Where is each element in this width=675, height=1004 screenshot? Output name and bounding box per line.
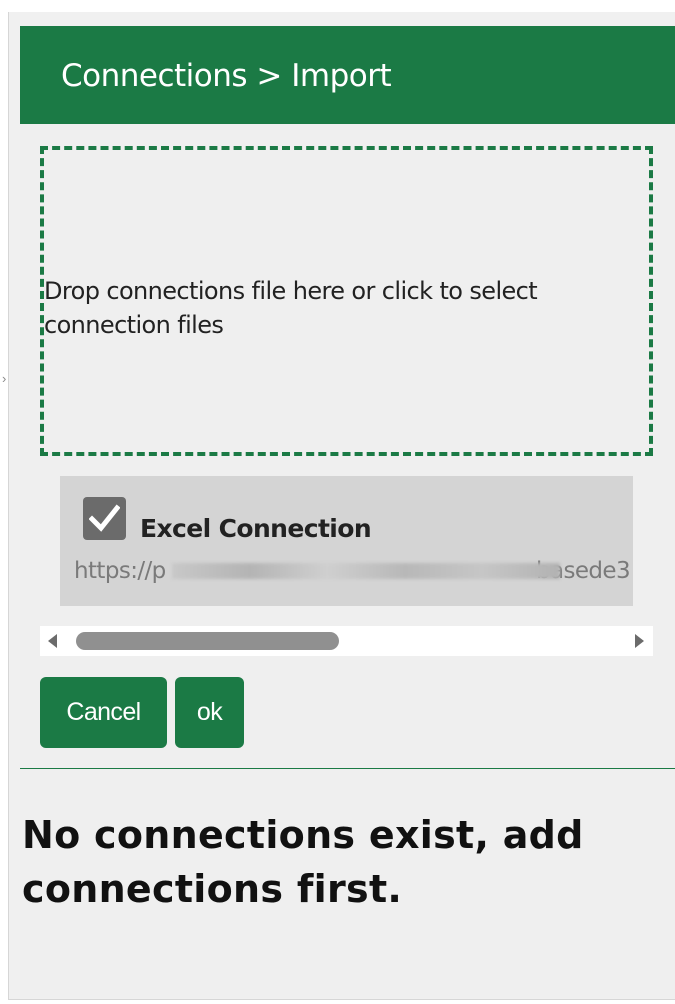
dropzone-instructions: Drop connections file here or click to s… <box>44 277 538 339</box>
page-title: Connections > Import <box>61 58 392 94</box>
panel-header: Connections > Import <box>20 26 675 124</box>
section-divider <box>20 768 675 769</box>
cancel-button[interactable]: Cancel <box>40 677 167 748</box>
side-chevron-icon: › <box>2 371 7 386</box>
horizontal-scrollbar[interactable] <box>40 626 653 656</box>
connection-checkbox[interactable] <box>83 497 126 540</box>
connection-name: Excel Connection <box>140 514 372 543</box>
empty-state-message: No connections exist, add connections fi… <box>22 813 584 911</box>
scrollbar-thumb[interactable] <box>76 632 339 650</box>
redacted-url-segment <box>172 563 560 579</box>
checkmark-icon <box>89 504 120 532</box>
connection-url: https://p basede3 <box>74 558 631 584</box>
import-panel: Connections > Import Drop connections fi… <box>20 26 675 998</box>
ok-button[interactable]: ok <box>175 677 244 748</box>
app-frame: › Connections > Import Drop connections … <box>0 0 675 1004</box>
connection-url-prefix: https://p <box>74 558 166 584</box>
scroll-right-icon[interactable] <box>635 634 644 648</box>
scroll-left-icon[interactable] <box>48 634 57 648</box>
connection-file-item: Excel Connection https://p basede3 <box>60 476 633 606</box>
file-dropzone[interactable]: Drop connections file here or click to s… <box>40 146 653 456</box>
